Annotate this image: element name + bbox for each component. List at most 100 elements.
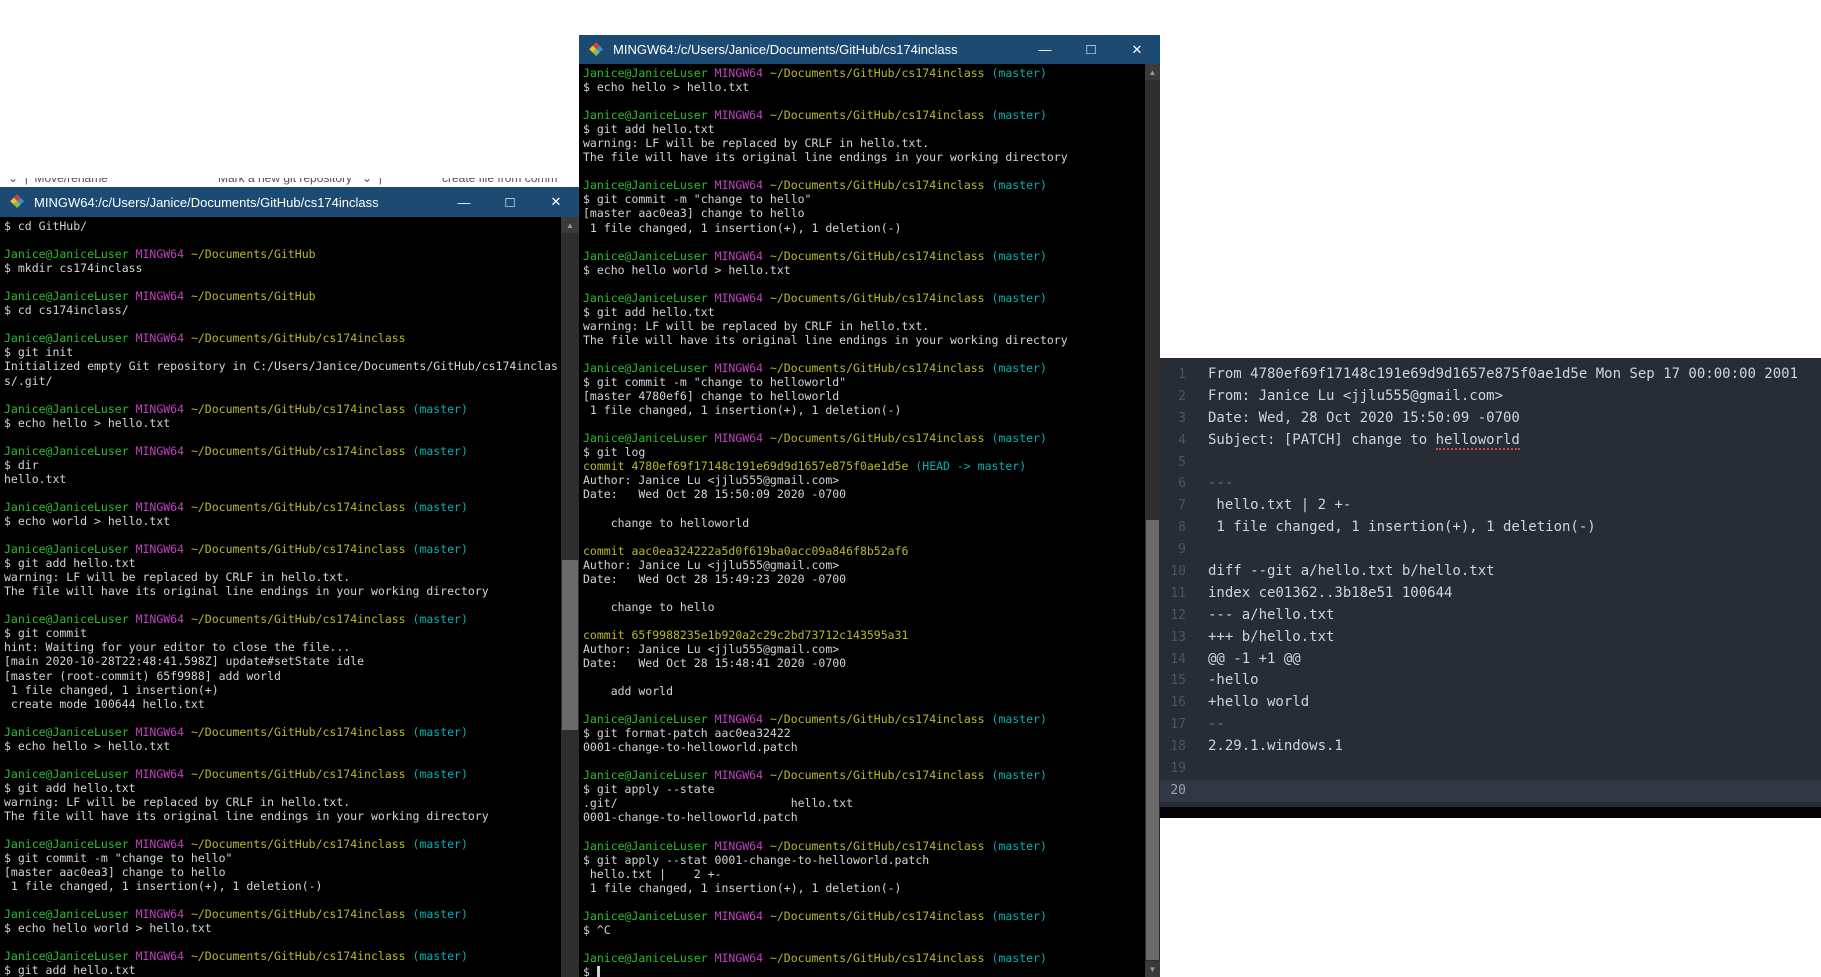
maximize-button[interactable]: □ bbox=[1068, 35, 1114, 64]
terminal-line: Janice@JaniceLuser MINGW64 ~/Documents/G… bbox=[4, 949, 561, 963]
terminal-line: warning: LF will be replaced by CRLF in … bbox=[4, 795, 561, 809]
close-button[interactable]: ✕ bbox=[533, 187, 579, 217]
scroll-down-icon[interactable]: ▼ bbox=[1145, 961, 1160, 977]
terminal-line bbox=[4, 388, 561, 402]
terminal-line: hello.txt | 2 +- bbox=[583, 867, 1145, 881]
minimize-button[interactable]: — bbox=[441, 187, 487, 217]
terminal-line: $ git log bbox=[583, 445, 1145, 459]
terminal-line: 0001-change-to-helloworld.patch bbox=[583, 740, 1145, 754]
terminal-line: warning: LF will be replaced by CRLF in … bbox=[4, 570, 561, 584]
line-number: 5 bbox=[1160, 452, 1186, 474]
terminal-line: $ git add hello.txt bbox=[4, 556, 561, 570]
terminal-line: $ echo hello world > hello.txt bbox=[4, 921, 561, 935]
terminal-line: Initialized empty Git repository in C:/U… bbox=[4, 359, 561, 373]
terminal-line bbox=[4, 233, 561, 247]
line-number: 19 bbox=[1160, 758, 1186, 780]
terminal-line: $ git commit -m "change to helloworld" bbox=[583, 375, 1145, 389]
close-button[interactable]: ✕ bbox=[1114, 35, 1160, 64]
editor-line: 11index ce01362..3b18e51 100644 bbox=[1160, 583, 1821, 605]
minimize-button[interactable]: — bbox=[1022, 35, 1068, 64]
terminal-line: [main 2020-10-28T22:48:41.598Z] update#s… bbox=[4, 654, 561, 668]
line-number: 11 bbox=[1160, 583, 1186, 605]
middle-terminal-content[interactable]: Janice@JaniceLuser MINGW64 ~/Documents/G… bbox=[579, 64, 1145, 977]
terminal-line: Janice@JaniceLuser MINGW64 ~/Documents/G… bbox=[583, 291, 1145, 305]
terminal-line: Janice@JaniceLuser MINGW64 ~/Documents/G… bbox=[4, 542, 561, 556]
terminal-line: warning: LF will be replaced by CRLF in … bbox=[583, 319, 1145, 333]
terminal-line: commit 65f9988235e1b920a2c29c2bd73712c14… bbox=[583, 628, 1145, 642]
scroll-up-icon[interactable]: ▲ bbox=[1145, 64, 1160, 80]
terminal-line: change to hello bbox=[583, 600, 1145, 614]
code-text: --- bbox=[1186, 473, 1233, 495]
terminal-line bbox=[4, 430, 561, 444]
terminal-line: $ git commit -m "change to hello" bbox=[4, 851, 561, 865]
terminal-line: Janice@JaniceLuser MINGW64 ~/Documents/G… bbox=[4, 500, 561, 514]
middle-terminal-window: MINGW64:/c/Users/Janice/Documents/GitHub… bbox=[579, 35, 1160, 977]
maximize-button[interactable]: □ bbox=[487, 187, 533, 217]
terminal-line bbox=[583, 895, 1145, 909]
terminal-line: hint: Waiting for your editor to close t… bbox=[4, 640, 561, 654]
middle-terminal-titlebar[interactable]: MINGW64:/c/Users/Janice/Documents/GitHub… bbox=[579, 35, 1160, 64]
terminal-line bbox=[583, 235, 1145, 249]
line-number: 1 bbox=[1160, 364, 1186, 386]
code-text bbox=[1186, 452, 1208, 474]
editor-bottom-bar bbox=[1160, 807, 1821, 818]
terminal-line: Janice@JaniceLuser MINGW64 ~/Documents/G… bbox=[583, 712, 1145, 726]
editor-line: 4Subject: [PATCH] change to helloworld bbox=[1160, 430, 1821, 452]
editor-line: 1From 4780ef69f17148c191e69d9d1657e875f0… bbox=[1160, 364, 1821, 386]
terminal-line: Author: Janice Lu <jjlu555@gmail.com> bbox=[583, 558, 1145, 572]
terminal-line: Janice@JaniceLuser MINGW64 ~/Documents/G… bbox=[4, 331, 561, 345]
background-fragment-text: Mark a new git repository ⌄ | bbox=[218, 178, 382, 185]
code-text: From 4780ef69f17148c191e69d9d1657e875f0a… bbox=[1186, 364, 1798, 386]
left-terminal-scrollbar[interactable]: ▲ bbox=[561, 217, 579, 977]
line-number: 15 bbox=[1160, 670, 1186, 692]
terminal-line: commit 4780ef69f17148c191e69d9d1657e875f… bbox=[583, 459, 1145, 473]
editor-line: 16+hello world bbox=[1160, 692, 1821, 714]
terminal-line: Janice@JaniceLuser MINGW64 ~/Documents/G… bbox=[583, 108, 1145, 122]
scroll-up-icon[interactable]: ▲ bbox=[561, 217, 579, 233]
terminal-line: $ echo hello world > hello.txt bbox=[583, 263, 1145, 277]
background-fragment-text: ⌄ | Move/rename bbox=[8, 178, 108, 185]
terminal-line: s/.git/ bbox=[4, 374, 561, 388]
terminal-line bbox=[583, 530, 1145, 544]
terminal-line: Janice@JaniceLuser MINGW64 ~/Documents/G… bbox=[4, 767, 561, 781]
scrollbar-thumb[interactable] bbox=[562, 560, 578, 730]
terminal-line: Janice@JaniceLuser MINGW64 ~/Documents/G… bbox=[4, 612, 561, 626]
line-number: 16 bbox=[1160, 692, 1186, 714]
terminal-line bbox=[583, 825, 1145, 839]
terminal-line bbox=[583, 94, 1145, 108]
middle-window-title: MINGW64:/c/Users/Janice/Documents/GitHub… bbox=[613, 42, 958, 57]
terminal-line: Janice@JaniceLuser MINGW64 ~/Documents/G… bbox=[583, 178, 1145, 192]
left-terminal-content[interactable]: $ cd GitHub/ Janice@JaniceLuser MINGW64 … bbox=[0, 217, 561, 977]
terminal-line: $ echo hello > hello.txt bbox=[4, 739, 561, 753]
terminal-line: [master aac0ea3] change to hello bbox=[4, 865, 561, 879]
code-text: Subject: [PATCH] change to helloworld bbox=[1186, 430, 1520, 452]
terminal-line: $ git add hello.txt bbox=[583, 305, 1145, 319]
terminal-line: Janice@JaniceLuser MINGW64 ~/Documents/G… bbox=[4, 837, 561, 851]
editor-line: 5 bbox=[1160, 452, 1821, 474]
terminal-line: 1 file changed, 1 insertion(+), 1 deleti… bbox=[583, 881, 1145, 895]
terminal-line: create mode 100644 hello.txt bbox=[4, 697, 561, 711]
line-number: 12 bbox=[1160, 605, 1186, 627]
scrollbar-thumb[interactable] bbox=[1146, 520, 1159, 960]
left-terminal-titlebar[interactable]: MINGW64:/c/Users/Janice/Documents/GitHub… bbox=[0, 187, 579, 217]
git-bash-icon bbox=[10, 194, 26, 210]
terminal-line: 1 file changed, 1 insertion(+), 1 deleti… bbox=[583, 403, 1145, 417]
terminal-line: $ git commit -m "change to hello" bbox=[583, 192, 1145, 206]
code-text: +hello world bbox=[1186, 692, 1309, 714]
terminal-line: 1 file changed, 1 insertion(+), 1 deleti… bbox=[583, 221, 1145, 235]
editor-line: 13+++ b/hello.txt bbox=[1160, 627, 1821, 649]
terminal-line: The file will have its original line end… bbox=[4, 809, 561, 823]
middle-terminal-scrollbar[interactable]: ▲ ▼ bbox=[1145, 64, 1160, 977]
code-text bbox=[1186, 539, 1208, 561]
terminal-line bbox=[583, 586, 1145, 600]
editor-line: 9 bbox=[1160, 539, 1821, 561]
terminal-line: Janice@JaniceLuser MINGW64 ~/Documents/G… bbox=[583, 249, 1145, 263]
terminal-line bbox=[4, 275, 561, 289]
terminal-line bbox=[583, 347, 1145, 361]
terminal-line: Date: Wed Oct 28 15:49:23 2020 -0700 bbox=[583, 572, 1145, 586]
terminal-line: Janice@JaniceLuser MINGW64 ~/Documents/G… bbox=[4, 907, 561, 921]
patch-editor-panel[interactable]: 1From 4780ef69f17148c191e69d9d1657e875f0… bbox=[1160, 358, 1821, 813]
terminal-line: [master (root-commit) 65f9988] add world bbox=[4, 669, 561, 683]
terminal-line: $ git format-patch aac0ea32422 bbox=[583, 726, 1145, 740]
editor-line: 2From: Janice Lu <jjlu555@gmail.com> bbox=[1160, 386, 1821, 408]
